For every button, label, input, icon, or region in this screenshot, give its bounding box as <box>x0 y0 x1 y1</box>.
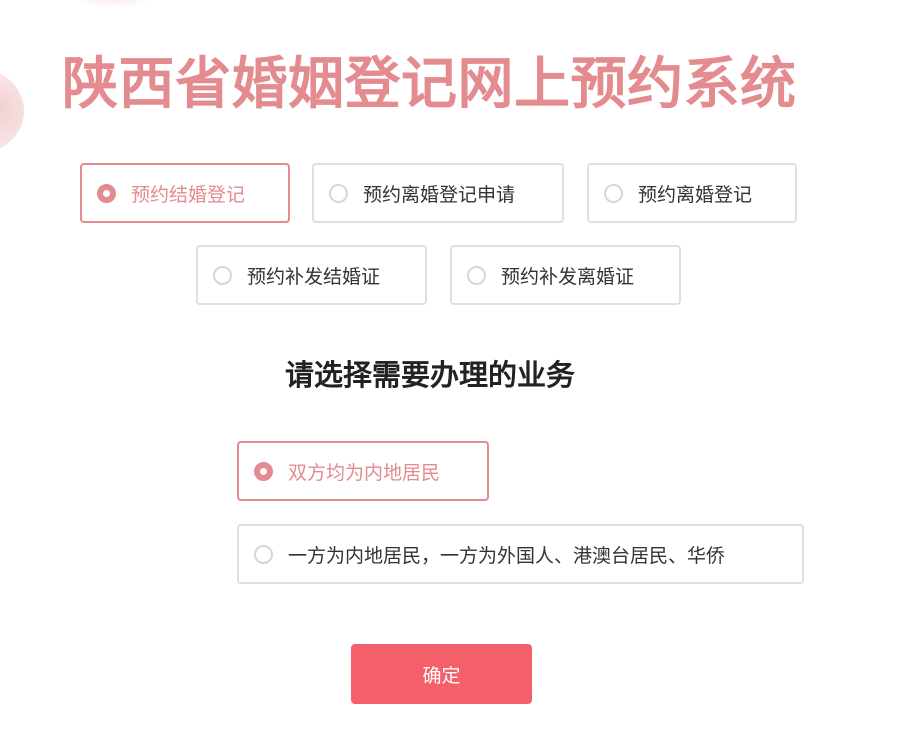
page: 陕西省婚姻登记网上预约系统 预约结婚登记 预约离婚登记申请 预约离婚登记 预约补… <box>0 0 899 744</box>
decorative-shape-top <box>70 0 160 6</box>
radio-unselected-icon[interactable] <box>254 544 273 564</box>
option-label: 双方均为内地居民 <box>288 461 441 484</box>
page-title: 陕西省婚姻登记网上预约系统 <box>62 52 797 117</box>
option-reissue-divorce-certificate[interactable]: 预约补发离婚证 <box>450 245 681 305</box>
option-divorce-application[interactable]: 预约离婚登记申请 <box>312 163 564 223</box>
confirm-button[interactable]: 确定 <box>351 644 532 704</box>
radio-selected-icon[interactable] <box>254 461 273 481</box>
option-both-mainland-residents[interactable]: 双方均为内地居民 <box>237 441 489 501</box>
radio-unselected-icon[interactable] <box>329 183 348 203</box>
option-label: 预约离婚登记申请 <box>363 183 516 206</box>
radio-unselected-icon[interactable] <box>213 265 232 285</box>
option-label: 预约结婚登记 <box>131 183 246 206</box>
option-label: 一方为内地居民，一方为外国人、港澳台居民、华侨 <box>288 544 726 567</box>
decorative-shape-left <box>0 70 24 152</box>
radio-unselected-icon[interactable] <box>604 183 623 203</box>
option-label: 预约补发离婚证 <box>501 265 635 288</box>
radio-selected-icon[interactable] <box>97 183 116 203</box>
option-reissue-marriage-certificate[interactable]: 预约补发结婚证 <box>196 245 427 305</box>
option-label: 预约离婚登记 <box>638 183 753 206</box>
radio-unselected-icon[interactable] <box>467 265 486 285</box>
option-label: 预约补发结婚证 <box>247 265 381 288</box>
option-one-mainland-one-foreign[interactable]: 一方为内地居民，一方为外国人、港澳台居民、华侨 <box>237 524 804 584</box>
option-divorce-registration[interactable]: 预约离婚登记 <box>587 163 797 223</box>
section-heading: 请选择需要办理的业务 <box>285 358 576 392</box>
option-marriage-registration[interactable]: 预约结婚登记 <box>80 163 290 223</box>
